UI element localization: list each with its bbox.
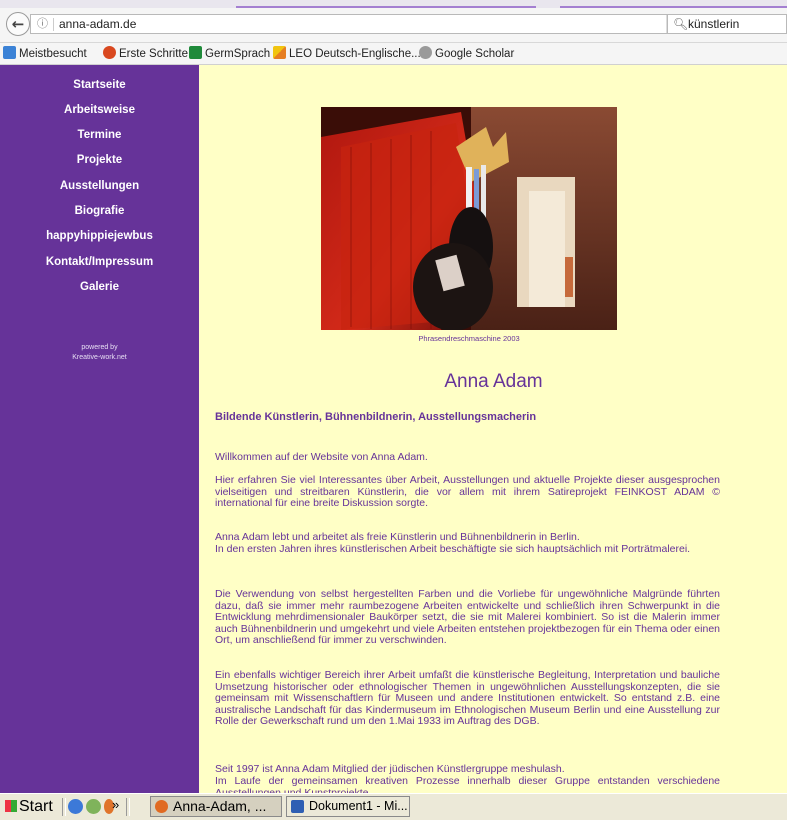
firefox-icon: [103, 46, 116, 59]
powered-by-link[interactable]: Kreative-work.net: [0, 353, 199, 363]
bookmark-label: GermSprach: [205, 48, 271, 60]
start-label: Start: [19, 798, 53, 815]
tab-strip: [0, 0, 787, 8]
bookmark-leo[interactable]: LEO Deutsch-Englische...: [273, 46, 421, 62]
artwork-photo-illustration: [321, 107, 617, 330]
task-label: Anna-Adam, ...: [173, 798, 267, 814]
bookmark-meistbesucht[interactable]: Meistbesucht: [3, 46, 87, 62]
windows-flag-icon: [5, 800, 17, 812]
nav-startseite[interactable]: Startseite: [0, 77, 199, 93]
url-text[interactable]: anna-adam.de: [59, 17, 136, 32]
nav-galerie[interactable]: Galerie: [0, 279, 199, 295]
bookmark-label: Google Scholar: [435, 48, 515, 60]
search-icon: 🔍︎: [673, 17, 689, 31]
nav-happyhippiejewbus[interactable]: happyhippiejewbus: [0, 228, 199, 244]
start-button[interactable]: Start: [5, 797, 53, 817]
taskbar-divider: [62, 798, 66, 816]
word-icon: [291, 800, 304, 813]
task-dokument1[interactable]: Dokument1 - Mi...: [286, 796, 410, 817]
body-paragraph: Ein ebenfalls wichtiger Bereich ihrer Ar…: [215, 669, 720, 727]
nav-kontakt-impressum[interactable]: Kontakt/Impressum: [0, 254, 199, 270]
info-icon[interactable]: ⓘ: [37, 16, 48, 32]
taskbar-divider: [126, 798, 130, 816]
body-paragraph: Die Verwendung von selbst hergestellten …: [215, 588, 720, 646]
nav-arbeitsweise[interactable]: Arbeitsweise: [0, 102, 199, 118]
hero-photo: [321, 107, 617, 330]
page-title: Anna Adam: [444, 371, 543, 392]
nav-biografie[interactable]: Biografie: [0, 203, 199, 219]
browser-tab[interactable]: [560, 0, 787, 8]
chevron-icon[interactable]: »: [112, 797, 119, 812]
browser-tab[interactable]: [236, 0, 536, 8]
body-paragraph: Im Laufe der gemeinsamen kreativen Proze…: [215, 775, 720, 793]
body-paragraph: Hier erfahren Sie viel Interessantes übe…: [215, 474, 720, 509]
task-label: Dokument1 - Mi...: [309, 799, 408, 813]
nav-termine[interactable]: Termine: [0, 127, 199, 143]
page-subtitle: Bildende Künstlerin, Bühnenbildnerin, Au…: [215, 411, 537, 423]
nav-ausstellungen[interactable]: Ausstellungen: [0, 178, 199, 194]
bookmark-label: Meistbesucht: [19, 48, 87, 60]
powered-by-label: powered by: [81, 344, 118, 351]
back-button[interactable]: ←: [6, 12, 30, 36]
body-paragraph: Seit 1997 ist Anna Adam Mitglied der jüd…: [215, 763, 565, 775]
germsprach-icon: [189, 46, 202, 59]
bookmark-label: Erste Schritte: [119, 48, 189, 60]
leo-icon: [273, 46, 286, 59]
nav-projekte[interactable]: Projekte: [0, 152, 199, 168]
bookmarks-toolbar: Meistbesucht Erste Schritte GermSprach L…: [0, 43, 787, 65]
desktop-icon[interactable]: [86, 799, 101, 814]
bookmark-label: LEO Deutsch-Englische...: [289, 48, 421, 60]
bookmark-folder-icon: [3, 46, 16, 59]
firefox-icon: [155, 800, 168, 813]
web-page: Startseite Arbeitsweise Termine Projekte…: [0, 65, 787, 793]
bookmark-google-scholar[interactable]: Google Scholar: [419, 46, 514, 62]
search-value[interactable]: künstlerin: [688, 17, 739, 32]
task-anna-adam[interactable]: Anna-Adam, ...: [150, 796, 282, 817]
body-paragraph: In den ersten Jahren ihres künstlerische…: [215, 543, 691, 555]
bookmark-germsprach[interactable]: GermSprach: [189, 46, 270, 62]
intro-paragraph: Willkommen auf der Website von Anna Adam…: [215, 451, 428, 463]
address-bar-divider: [53, 18, 54, 31]
globe-icon: [419, 46, 432, 59]
taskbar: Start » Anna-Adam, ... Dokument1 - Mi...: [0, 793, 787, 820]
address-bar[interactable]: ⓘ anna-adam.de ↻: [30, 14, 694, 34]
search-input[interactable]: 🔍︎ künstlerin: [667, 14, 787, 34]
navigation-toolbar: ← ⓘ anna-adam.de ↻ 🔍︎ künstlerin: [0, 8, 787, 43]
sidebar-nav: Startseite Arbeitsweise Termine Projekte…: [0, 65, 199, 793]
photo-caption: Phrasendreschmaschine 2003: [418, 334, 520, 343]
powered-by[interactable]: powered by Kreative-work.net: [0, 343, 199, 363]
ie-icon[interactable]: [68, 799, 83, 814]
bookmark-erste-schritte[interactable]: Erste Schritte: [103, 46, 188, 62]
body-paragraph: Anna Adam lebt und arbeitet als freie Kü…: [215, 531, 580, 543]
